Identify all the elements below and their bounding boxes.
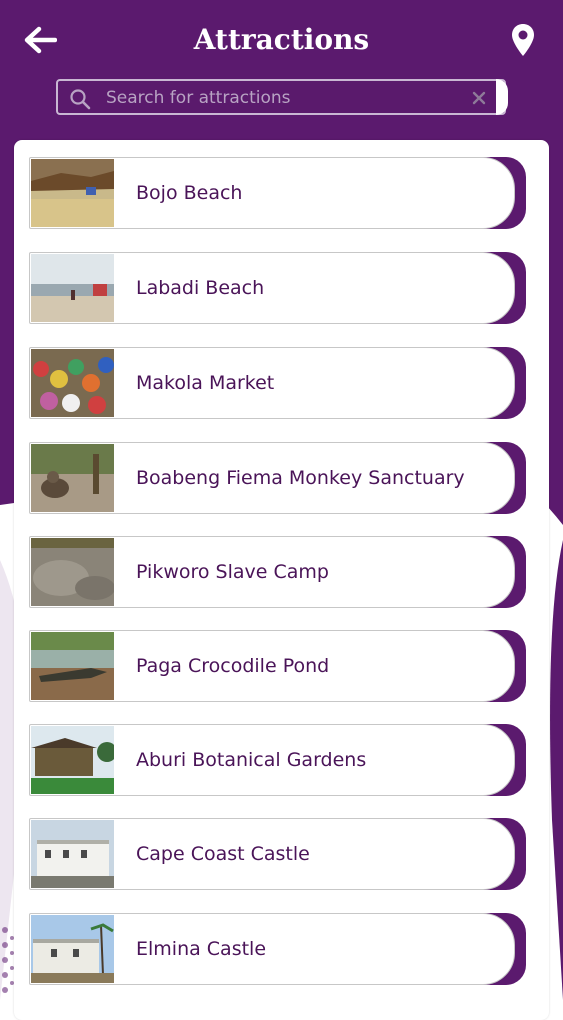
item-body: Paga Crocodile Pond bbox=[29, 630, 515, 702]
list-item[interactable]: Cape Coast Castle bbox=[29, 818, 526, 890]
attraction-name: Boabeng Fiema Monkey Sanctuary bbox=[136, 467, 465, 489]
item-body: Bojo Beach bbox=[29, 157, 515, 229]
attraction-thumbnail bbox=[31, 254, 114, 322]
attraction-name: Paga Crocodile Pond bbox=[136, 655, 330, 677]
attraction-thumbnail bbox=[31, 444, 114, 512]
item-body: Aburi Botanical Gardens bbox=[29, 724, 515, 796]
item-body: Makola Market bbox=[29, 347, 515, 419]
attraction-thumbnail bbox=[31, 726, 114, 794]
attraction-name: Cape Coast Castle bbox=[136, 843, 310, 865]
item-body: Elmina Castle bbox=[29, 913, 515, 985]
list-item[interactable]: Elmina Castle bbox=[29, 913, 526, 985]
list-item[interactable]: Paga Crocodile Pond bbox=[29, 630, 526, 702]
item-body: Boabeng Fiema Monkey Sanctuary bbox=[29, 442, 515, 514]
attraction-name: Labadi Beach bbox=[136, 277, 265, 299]
page-title: Attractions bbox=[193, 23, 370, 56]
list-item[interactable]: Aburi Botanical Gardens bbox=[29, 724, 526, 796]
clear-icon[interactable] bbox=[470, 89, 488, 107]
search-icon bbox=[70, 89, 91, 110]
attraction-thumbnail bbox=[31, 538, 114, 606]
search-bar bbox=[56, 79, 508, 115]
list-item[interactable]: Pikworo Slave Camp bbox=[29, 536, 526, 608]
item-body: Pikworo Slave Camp bbox=[29, 536, 515, 608]
location-button[interactable] bbox=[505, 18, 541, 62]
list-item[interactable]: Boabeng Fiema Monkey Sanctuary bbox=[29, 442, 526, 514]
attraction-name: Bojo Beach bbox=[136, 182, 243, 204]
attraction-name: Makola Market bbox=[136, 372, 275, 394]
attraction-thumbnail bbox=[31, 820, 114, 888]
attraction-name: Aburi Botanical Gardens bbox=[136, 749, 367, 771]
attraction-name: Elmina Castle bbox=[136, 938, 267, 960]
attraction-thumbnail bbox=[31, 915, 114, 983]
attraction-name: Pikworo Slave Camp bbox=[136, 561, 329, 583]
list-item[interactable]: Bojo Beach bbox=[29, 157, 526, 229]
attraction-thumbnail bbox=[31, 632, 114, 700]
list-item[interactable]: Labadi Beach bbox=[29, 252, 526, 324]
list-item[interactable]: Makola Market bbox=[29, 347, 526, 419]
attraction-thumbnail bbox=[31, 159, 114, 227]
item-body: Labadi Beach bbox=[29, 252, 515, 324]
item-body: Cape Coast Castle bbox=[29, 818, 515, 890]
app-header: Attractions bbox=[0, 0, 563, 140]
map-pin-icon bbox=[512, 24, 534, 56]
attraction-thumbnail bbox=[31, 349, 114, 417]
search-input[interactable] bbox=[104, 83, 468, 113]
